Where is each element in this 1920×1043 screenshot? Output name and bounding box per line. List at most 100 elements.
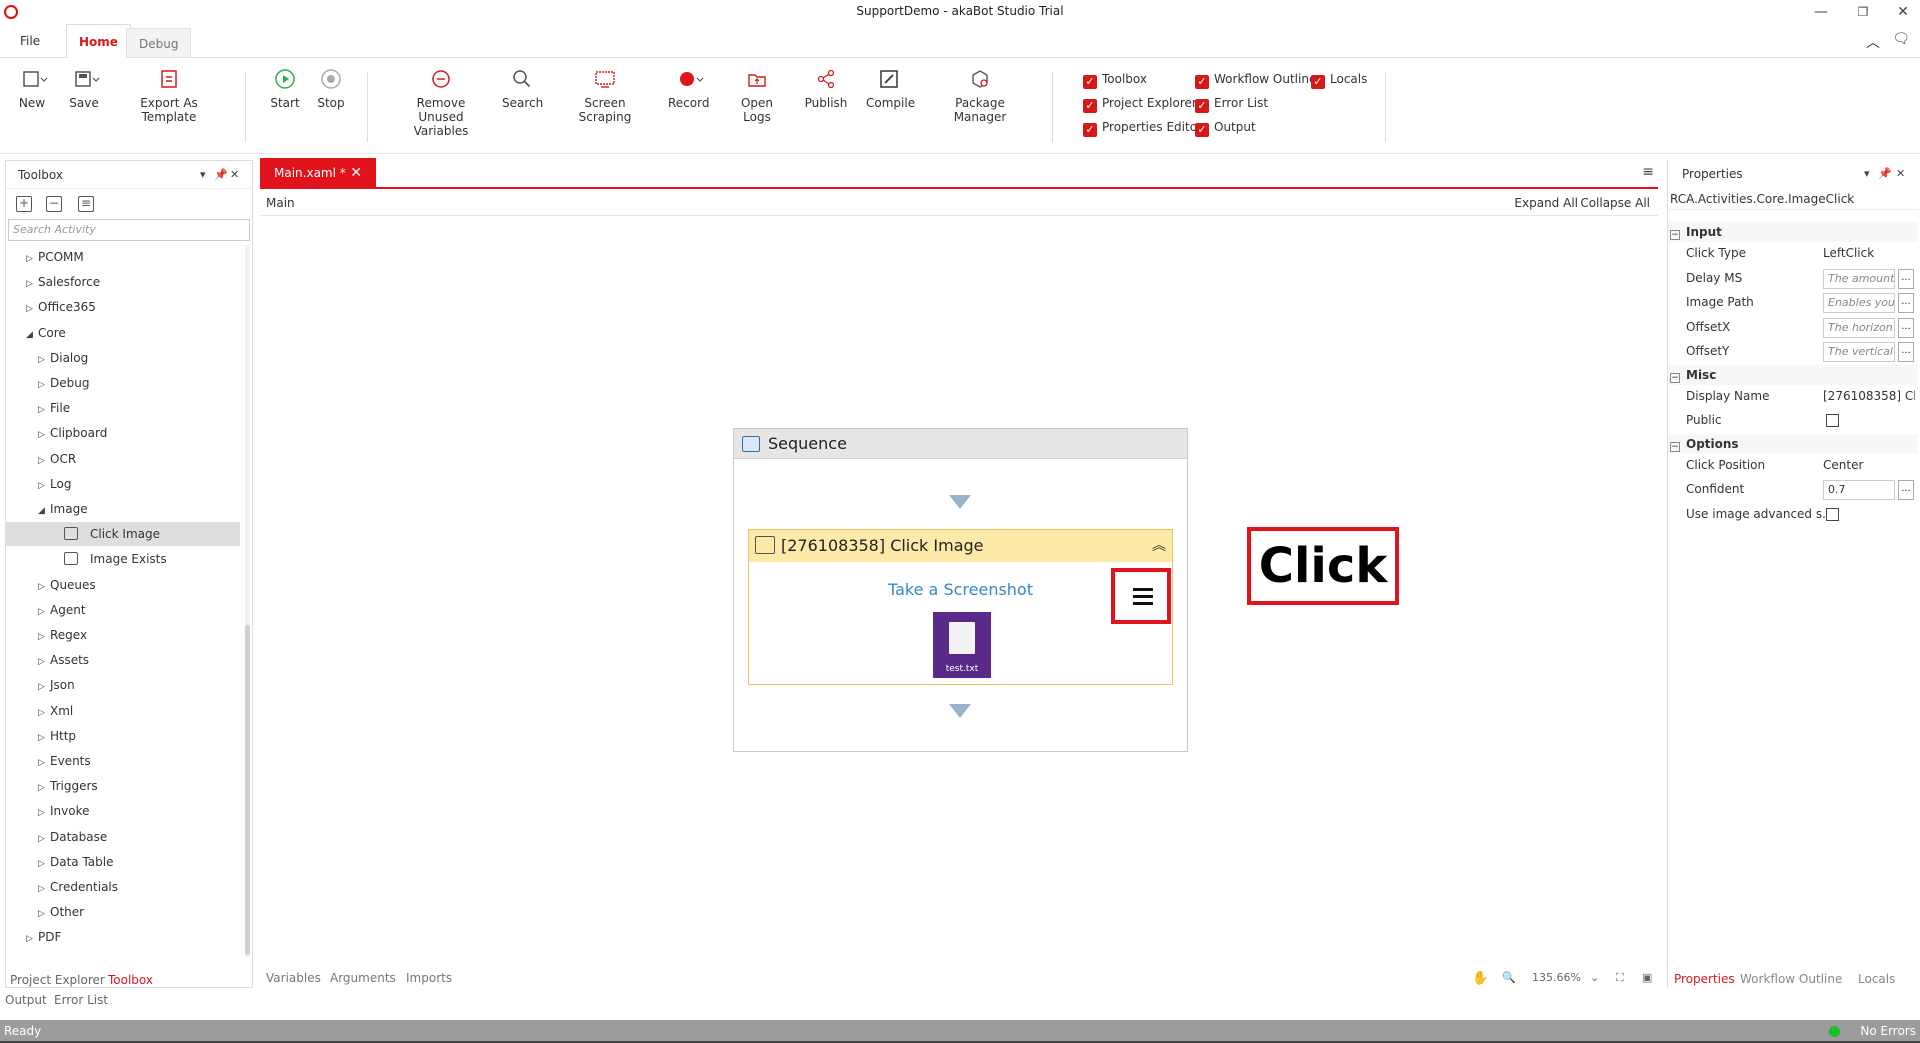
publish-button[interactable]: Publish: [804, 68, 848, 110]
tab-arguments[interactable]: Arguments: [330, 971, 396, 985]
tree-item[interactable]: ▷ Regex: [6, 623, 87, 647]
collapsed-arrow-icon[interactable]: ▷: [38, 902, 50, 926]
tab-file[interactable]: File: [8, 24, 52, 58]
package-manager-button[interactable]: Package Manager: [930, 68, 1030, 124]
tree-item[interactable]: ▷ Debug: [6, 371, 89, 395]
restore-icon[interactable]: ❐: [1848, 2, 1878, 22]
expanded-arrow-icon[interactable]: ◢: [38, 499, 50, 523]
compile-button[interactable]: Compile: [866, 68, 915, 110]
close-icon[interactable]: ✕: [1888, 2, 1918, 22]
collapsed-arrow-icon[interactable]: ▷: [38, 449, 50, 473]
tree-item[interactable]: ▷ Http: [6, 724, 76, 748]
export-template-button[interactable]: Export As Template: [116, 68, 222, 124]
panel-dropdown-icon[interactable]: ▾: [200, 161, 206, 189]
collapsed-arrow-icon[interactable]: ▷: [38, 625, 50, 649]
tab-properties[interactable]: Properties: [1674, 972, 1735, 986]
list-view-icon[interactable]: ≡: [78, 196, 94, 212]
tree-item[interactable]: ▷ Other: [6, 900, 84, 924]
tree-item[interactable]: ▷ Agent: [6, 598, 86, 622]
properties-editor-checkbox[interactable]: ✓ Properties Editor: [1083, 118, 1202, 137]
new-button[interactable]: New: [16, 68, 48, 110]
tree-item[interactable]: ▷ Xml: [6, 699, 73, 723]
tree-item[interactable]: Click Image: [6, 522, 240, 547]
collapsed-arrow-icon[interactable]: ▷: [38, 373, 50, 397]
tree-item[interactable]: ▷ Events: [6, 749, 91, 773]
open-logs-button[interactable]: Open Logs: [728, 68, 786, 124]
tab-project-explorer[interactable]: Project Explorer: [10, 973, 105, 987]
click-image-activity[interactable]: [276108358] Click Image ︽ Take a Screens…: [748, 529, 1173, 685]
start-button[interactable]: Start: [270, 68, 300, 110]
property-input[interactable]: Enables you: [1823, 293, 1895, 313]
tree-item[interactable]: ▷ Assets: [6, 648, 89, 672]
pin-icon[interactable]: 📌: [214, 161, 228, 189]
panel-dropdown-icon[interactable]: ▾: [1864, 160, 1870, 188]
tab-home[interactable]: Home: [66, 24, 131, 59]
workflow-outline-checkbox[interactable]: ✓ Workflow Outline: [1195, 70, 1316, 89]
collapse-all-link[interactable]: Collapse All: [1580, 196, 1650, 210]
collapsed-arrow-icon[interactable]: ▷: [38, 675, 50, 699]
locals-checkbox[interactable]: ✓ Locals: [1311, 70, 1367, 89]
property-input[interactable]: The vertical: [1823, 342, 1895, 362]
property-input[interactable]: The horizon: [1823, 317, 1895, 338]
collapsed-arrow-icon[interactable]: ▷: [38, 474, 50, 498]
expression-editor-button[interactable]: ...: [1898, 480, 1914, 500]
record-button[interactable]: Record: [668, 68, 709, 110]
tab-workflow-outline[interactable]: Workflow Outline: [1740, 972, 1842, 986]
expression-editor-button[interactable]: ...: [1898, 268, 1914, 289]
tree-item[interactable]: ▷ Clipboard: [6, 421, 107, 445]
expand-all-link[interactable]: Expand All: [1514, 196, 1578, 210]
error-list-checkbox[interactable]: ✓ Error List: [1195, 94, 1268, 113]
collapsed-arrow-icon[interactable]: ▷: [38, 852, 50, 876]
collapsed-arrow-icon[interactable]: ▷: [26, 272, 38, 296]
collapse-all-icon[interactable]: −: [46, 196, 62, 212]
tree-item[interactable]: ▷ Dialog: [6, 346, 88, 370]
collapsed-arrow-icon[interactable]: ▷: [26, 927, 38, 951]
panel-close-icon[interactable]: ✕: [1896, 160, 1905, 188]
pin-icon[interactable]: 📌: [1878, 160, 1892, 188]
search-activity-input[interactable]: Search Activity: [8, 219, 250, 241]
property-input[interactable]: The amount: [1823, 268, 1895, 289]
minimize-icon[interactable]: —: [1806, 2, 1836, 22]
collapsed-arrow-icon[interactable]: ▷: [38, 600, 50, 624]
collapse-activity-icon[interactable]: ︽: [1152, 530, 1166, 562]
tree-item[interactable]: ▷ Credentials: [6, 875, 118, 899]
tree-item[interactable]: ▷ File: [6, 396, 70, 420]
tree-item[interactable]: ▷ Triggers: [6, 774, 98, 798]
collapsed-arrow-icon[interactable]: ▷: [38, 877, 50, 901]
category-misc[interactable]: − Misc: [1668, 364, 1918, 385]
collapse-ribbon-icon[interactable]: ︿: [1866, 32, 1880, 52]
category-options[interactable]: − Options: [1668, 433, 1918, 454]
collapsed-arrow-icon[interactable]: ▷: [38, 827, 50, 851]
tree-item[interactable]: ▷ Data Table: [6, 850, 114, 874]
collapsed-arrow-icon[interactable]: ▷: [38, 348, 50, 372]
tree-scrollbar[interactable]: [245, 245, 250, 957]
property-checkbox[interactable]: [1826, 507, 1839, 521]
tree-item[interactable]: ▷ Database: [6, 825, 107, 849]
tree-item[interactable]: ▷IntelligentOCR: [6, 951, 125, 957]
screen-scraping-button[interactable]: Screen Scraping: [562, 68, 648, 124]
tab-debug[interactable]: Debug: [126, 28, 192, 58]
collapsed-arrow-icon[interactable]: ▷: [38, 751, 50, 775]
property-value[interactable]: LeftClick: [1823, 246, 1915, 260]
collapsed-arrow-icon[interactable]: ▷: [26, 247, 38, 271]
tab-main-xaml[interactable]: Main.xaml * ✕: [260, 158, 376, 188]
collapsed-arrow-icon[interactable]: ▷: [38, 398, 50, 422]
activity-header[interactable]: [276108358] Click Image ︽: [749, 530, 1172, 562]
tree-item[interactable]: ◢ Image: [6, 497, 88, 521]
property-value[interactable]: Center: [1823, 458, 1915, 472]
expanded-arrow-icon[interactable]: ◢: [26, 323, 38, 347]
collapsed-arrow-icon[interactable]: ▷: [38, 726, 50, 750]
close-tab-icon[interactable]: ✕: [350, 158, 362, 188]
tree-item[interactable]: ▷ Json: [6, 673, 75, 697]
property-value[interactable]: [276108358] Clic: [1823, 389, 1915, 403]
expand-all-icon[interactable]: +: [16, 196, 32, 212]
tab-toolbox[interactable]: Toolbox: [108, 973, 153, 987]
fit-screen-icon[interactable]: ⛶: [1616, 971, 1624, 985]
tree-item[interactable]: ▷ Queues: [6, 573, 96, 597]
sequence-header[interactable]: Sequence: [734, 429, 1187, 459]
tree-item[interactable]: ◢ Core: [6, 321, 66, 345]
tree-item[interactable]: Image Exists: [6, 547, 167, 571]
collapsed-arrow-icon[interactable]: ▷: [26, 297, 38, 321]
tree-item[interactable]: ▷ Log: [6, 472, 71, 496]
sequence-activity[interactable]: Sequence [276108358] Click Image ︽ Take …: [733, 428, 1188, 752]
